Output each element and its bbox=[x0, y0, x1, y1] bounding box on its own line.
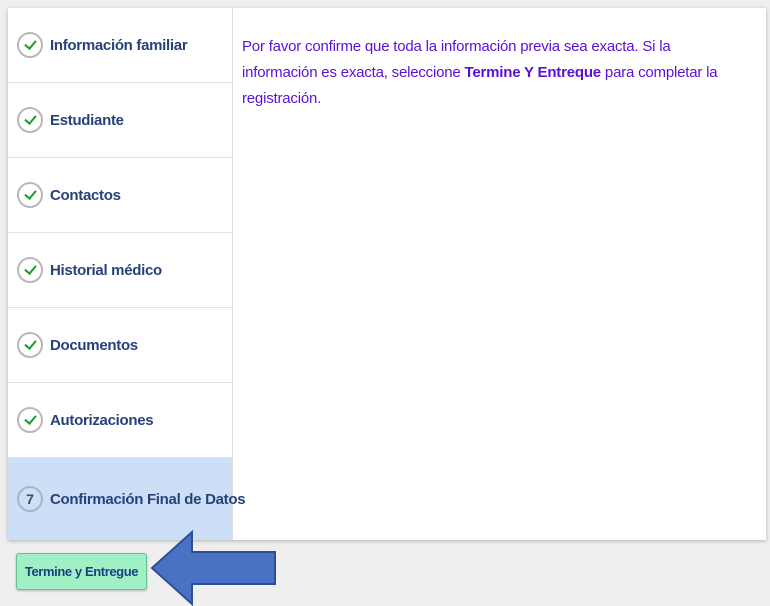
step-number: 7 bbox=[26, 491, 34, 507]
confirmation-message: Por favor confirme que toda la informaci… bbox=[242, 34, 742, 112]
step-status-circle bbox=[17, 332, 43, 358]
step-label: Contactos bbox=[50, 186, 121, 204]
step-label: Documentos bbox=[50, 336, 138, 354]
check-icon bbox=[23, 412, 37, 425]
step-informacion-familiar[interactable]: Información familiar bbox=[8, 8, 232, 83]
step-contactos[interactable]: Contactos bbox=[8, 158, 232, 233]
submit-button[interactable]: Termine y Entregue bbox=[16, 553, 147, 590]
steps-sidebar: Información familiar Estudiante Contacto… bbox=[8, 8, 246, 540]
step-status-circle bbox=[17, 257, 43, 283]
arrow-left-icon bbox=[150, 530, 276, 606]
step-estudiante[interactable]: Estudiante bbox=[8, 83, 232, 158]
check-icon bbox=[23, 112, 37, 125]
step-label: Confirmación Final de Datos bbox=[50, 490, 246, 508]
step-confirmacion-final[interactable]: 7 Confirmación Final de Datos bbox=[8, 458, 246, 540]
message-highlight: Termine Y Entreque bbox=[464, 64, 602, 81]
step-label: Información familiar bbox=[50, 36, 188, 54]
step-status-circle bbox=[17, 407, 43, 433]
step-autorizaciones[interactable]: Autorizaciones bbox=[8, 383, 232, 458]
step-label: Autorizaciones bbox=[50, 411, 154, 429]
step-documentos[interactable]: Documentos bbox=[8, 308, 232, 383]
check-icon bbox=[23, 187, 37, 200]
step-historial-medico[interactable]: Historial médico bbox=[8, 233, 232, 308]
check-icon bbox=[23, 262, 37, 275]
step-status-circle bbox=[17, 182, 43, 208]
step-status-circle bbox=[17, 32, 43, 58]
step-number-circle: 7 bbox=[17, 486, 43, 512]
step-label: Historial médico bbox=[50, 261, 162, 279]
step-status-circle bbox=[17, 107, 43, 133]
check-icon bbox=[23, 37, 37, 50]
step-label: Estudiante bbox=[50, 111, 124, 129]
check-icon bbox=[23, 337, 37, 350]
registration-panel: Información familiar Estudiante Contacto… bbox=[8, 8, 766, 540]
